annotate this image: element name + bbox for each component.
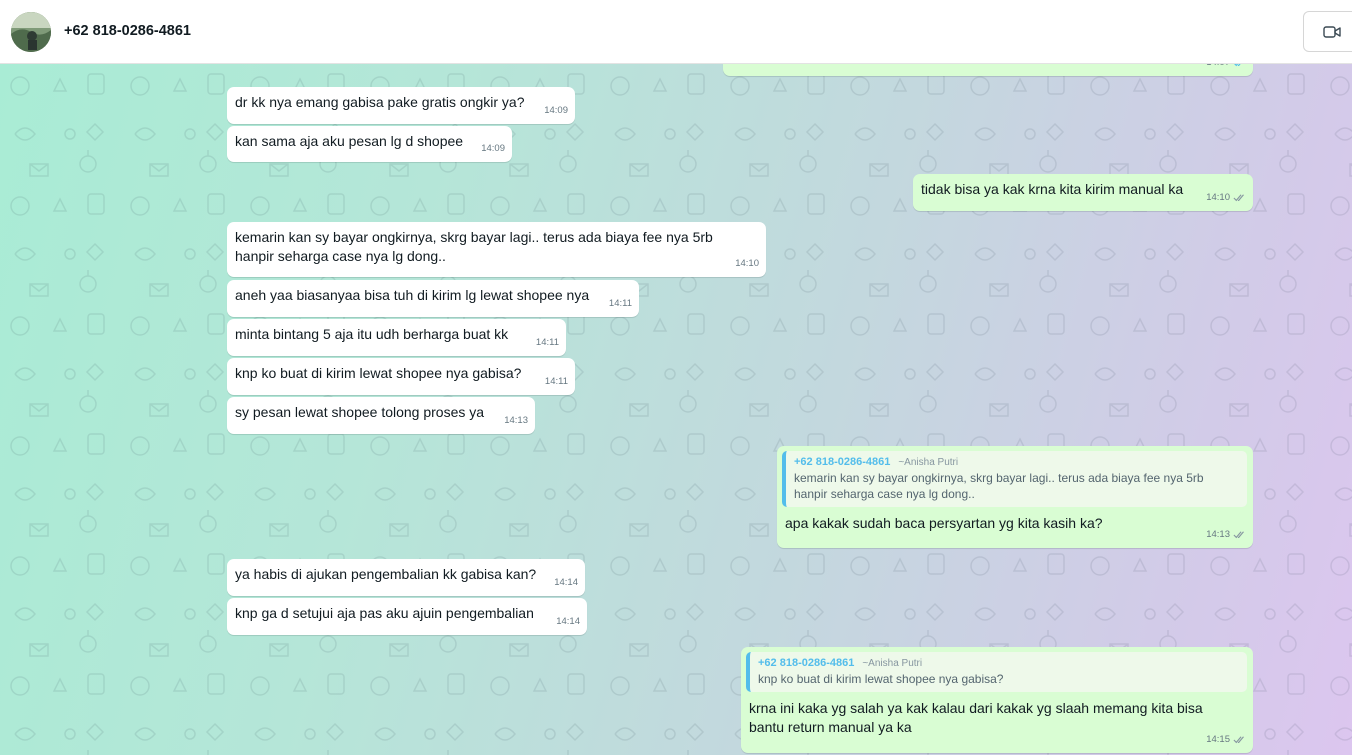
message-text: aneh yaa biasanyaa bisa tuh di kirim lg … [235,287,590,303]
message-bubble-incoming[interactable]: aneh yaa biasanyaa bisa tuh di kirim lg … [227,280,639,317]
message-time: 14:11 [608,298,632,309]
message-text: knp ko buat di kirim lewat shopee nya ga… [235,365,522,381]
message-bubble-incoming[interactable]: sy pesan lewat shopee tolong proses ya 1… [227,397,535,434]
message-meta: 14:14 [556,612,580,631]
double-check-icon [1233,530,1244,538]
quoted-sender: +62 818-0286-4861 [758,657,855,669]
message-bubble-incoming[interactable]: minta bintang 5 aja itu udh berharga bua… [227,319,566,356]
profile-photo-icon [11,12,51,52]
quoted-text: kemarin kan sy bayar ongkirnya, skrg bay… [794,471,1204,501]
message-meta: 14:13 [504,411,528,430]
message-text: kan sama aja aku pesan lg d shopee [235,133,464,149]
message-text: dr kk nya emang gabisa pake gratis ongki… [235,94,525,110]
message-bubble-incoming[interactable]: knp ko buat di kirim lewat shopee nya ga… [227,358,575,395]
message-time: 14:11 [544,376,568,387]
video-call-button[interactable] [1303,11,1352,52]
message-bubble-outgoing[interactable]: tidak bisa ya kak krna kita kirim manual… [913,174,1253,211]
message-time: 14:09 [481,143,505,154]
message-meta: 14:11 [545,372,568,391]
message-bubble-incoming[interactable]: kan sama aja aku pesan lg d shopee 14:09 [227,126,512,162]
message-meta: 14:13 [1206,525,1246,544]
message-bubble-incoming[interactable]: ya habis di ajukan pengembalian kk gabis… [227,559,585,596]
message-bubble-incoming[interactable]: kemarin kan sy bayar ongkirnya, skrg bay… [227,222,766,277]
message-text: sy pesan lewat shopee tolong proses ya [235,404,485,420]
quoted-message[interactable]: +62 818-0286-4861 ~Anisha Putri knp ko bu… [746,652,1247,692]
video-camera-icon [1323,26,1341,38]
message-meta: 14:15 [1206,730,1246,749]
message-meta: 14:09 [481,139,505,158]
quoted-pushname: ~Anisha Putri [898,457,959,468]
message-time: 14:14 [554,577,578,588]
message-meta: 14:07 [1206,64,1246,72]
message-meta: 14:10 [735,254,759,273]
message-meta: 14:09 [544,101,568,120]
message-meta: 14:14 [554,573,578,592]
quoted-sender: +62 818-0286-4861 [794,456,891,468]
message-text: apa kakak sudah baca persyartan yg kita … [785,515,1103,531]
message-bubble-incoming[interactable]: dr kk nya emang gabisa pake gratis ongki… [227,87,575,124]
message-text: kemarin kan sy bayar ongkirnya, skrg bay… [235,229,713,264]
double-check-icon [1233,193,1244,201]
message-time: 14:13 [504,415,528,426]
message-bubble-outgoing-reply[interactable]: +62 818-0286-4861 ~Anisha Putri knp ko bu… [741,647,1253,753]
message-list[interactable]: 14:07 dr kk nya emang gabisa pake gratis… [0,64,1352,755]
message-bubble-outgoing-reply[interactable]: +62 818-0286-4861 ~Anisha Putri kemarin k… [777,446,1253,548]
message-text: knp ga d setujui aja pas aku ajuin penge… [235,605,534,621]
message-bubble-outgoing[interactable]: 14:07 [723,64,1253,76]
contact-avatar[interactable] [11,12,51,52]
message-time: 14:10 [735,258,759,269]
message-text: krna ini kaka yg salah ya kak kalau dari… [749,700,1203,735]
message-text: minta bintang 5 aja itu udh berharga bua… [235,326,509,342]
message-time: 14:14 [556,616,580,627]
message-time: 14:15 [1206,734,1230,745]
chat-header: +62 818-0286-4861 [0,0,1352,64]
message-bubble-incoming[interactable]: knp ga d setujui aja pas aku ajuin penge… [227,598,587,635]
message-time: 14:11 [535,337,559,348]
double-check-icon [1234,64,1241,66]
quoted-message[interactable]: +62 818-0286-4861 ~Anisha Putri kemarin k… [782,451,1247,507]
message-time: 14:09 [544,105,568,116]
message-text: tidak bisa ya kak krna kita kirim manual… [921,181,1184,197]
double-check-icon [1233,735,1244,743]
message-time: 14:13 [1206,529,1230,540]
message-meta: 14:10 [1206,188,1246,207]
contact-name[interactable]: +62 818-0286-4861 [64,23,191,39]
message-time: 14:07 [1206,64,1230,72]
quoted-text: knp ko buat di kirim lewat shopee nya ga… [758,672,1004,686]
quoted-pushname: ~Anisha Putri [862,658,923,669]
message-time: 14:10 [1206,192,1230,203]
message-meta: 14:11 [536,333,559,352]
message-meta: 14:11 [609,294,632,313]
message-text: ya habis di ajukan pengembalian kk gabis… [235,566,537,582]
